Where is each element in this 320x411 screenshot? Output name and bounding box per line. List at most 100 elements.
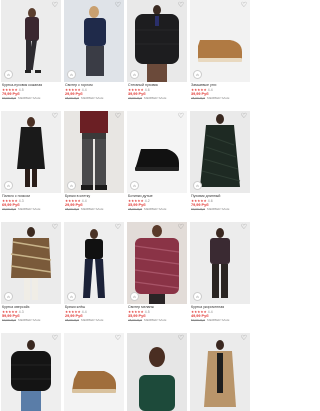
sale-note: MEMBER SALE [207, 96, 230, 101]
bag-icon[interactable]: ⌂ [193, 292, 202, 301]
old-price: 45,99 Руб [128, 318, 143, 323]
bag-icon[interactable]: ⌂ [4, 292, 13, 301]
product-image[interactable]: ♡ [64, 333, 124, 411]
product-image[interactable]: ♡ ⌂ [190, 111, 250, 193]
product-image[interactable]: ♡ [1, 333, 61, 411]
bag-icon[interactable]: ⌂ [130, 70, 139, 79]
heart-icon[interactable]: ♡ [52, 335, 58, 342]
product-card[interactable]: ♡ [190, 333, 250, 411]
rating-stars: ★★★★★ [2, 309, 18, 314]
bag-icon[interactable]: ⌂ [67, 70, 76, 79]
product-card[interactable]: ♡ ⌂ Ботинки дутые ★★★★★ 4.2 35,99 Руб 45… [127, 111, 187, 222]
product-card[interactable]: ♡ ⌂ Пальто с поясом ★★★★★ 4.3 69,99 Руб … [1, 111, 61, 222]
product-card[interactable]: ♡ ⌂ Брюки в клетку ★★★★★ 4.4 29,99 Руб 3… [64, 111, 124, 222]
rating-value: 4.5 [144, 309, 150, 314]
sale-note: MEMBER SALE [144, 318, 167, 323]
heart-icon[interactable]: ♡ [241, 2, 247, 9]
heart-icon[interactable]: ♡ [115, 113, 121, 120]
product-card[interactable]: ♡ [64, 333, 124, 411]
rating-stars: ★★★★★ [2, 87, 18, 92]
product-image[interactable]: ♡ ⌂ [127, 111, 187, 193]
sale-note: MEMBER SALE [207, 318, 230, 323]
bag-icon[interactable]: ⌂ [193, 70, 202, 79]
rating-value: 4.3 [18, 309, 24, 314]
sale-note: MEMBER SALE [18, 318, 41, 323]
old-price: 45,99 Руб [128, 207, 143, 212]
heart-icon[interactable]: ♡ [241, 224, 247, 231]
product-image[interactable]: ♡ ⌂ [190, 0, 250, 82]
old-price: 59,99 Руб [191, 318, 206, 323]
rating-value: 4.4 [81, 87, 87, 92]
product-image[interactable]: ♡ [127, 333, 187, 411]
product-image[interactable]: ♡ ⌂ [1, 222, 61, 304]
heart-icon[interactable]: ♡ [178, 335, 184, 342]
bag-icon[interactable]: ⌂ [4, 181, 13, 190]
product-card[interactable]: ♡ ⌂ Замшевые угги ★★★★★ 4.4 39,99 Руб 45… [190, 0, 250, 111]
heart-icon[interactable]: ♡ [115, 224, 121, 231]
product-grid: ♡ ⌂ Куртка-пуховик кожаная ★★★★★ 4.5 79,… [0, 0, 250, 411]
product-card[interactable]: ♡ ⌂ Пуховик длинный ★★★★★ 4.6 79,99 Руб … [190, 111, 250, 222]
bag-icon[interactable]: ⌂ [4, 70, 13, 79]
rating-value: 4.4 [207, 87, 213, 92]
product-image[interactable]: ♡ ⌂ [64, 0, 124, 82]
product-card[interactable]: ♡ [127, 333, 187, 411]
rating-value: 4.2 [144, 198, 150, 203]
rating-stars: ★★★★★ [191, 87, 207, 92]
sale-note: MEMBER SALE [81, 318, 104, 323]
rating-stars: ★★★★★ [191, 309, 207, 314]
rating-value: 4.4 [81, 198, 87, 203]
product-image[interactable]: ♡ ⌂ [190, 222, 250, 304]
rating-value: 4.4 [207, 309, 213, 314]
old-price: 49,99 Руб [128, 96, 143, 101]
heart-icon[interactable]: ♡ [52, 113, 58, 120]
product-image[interactable]: ♡ ⌂ [1, 111, 61, 193]
product-card[interactable]: ♡ ⌂ Свитер с горлом ★★★★★ 4.4 29,99 Руб … [64, 0, 124, 111]
product-card[interactable]: ♡ [1, 333, 61, 411]
heart-icon[interactable]: ♡ [115, 2, 121, 9]
product-card[interactable]: ♡ ⌂ Стеганый пуховик ★★★★★ 4.6 39,99 Руб… [127, 0, 187, 111]
rating-stars: ★★★★★ [128, 87, 144, 92]
sale-note: MEMBER SALE [18, 207, 41, 212]
heart-icon[interactable]: ♡ [178, 224, 184, 231]
old-price: 99,99 Руб [191, 207, 206, 212]
product-image[interactable]: ♡ ⌂ [127, 222, 187, 304]
product-image[interactable]: ♡ ⌂ [64, 111, 124, 193]
rating-stars: ★★★★★ [65, 198, 81, 203]
heart-icon[interactable]: ♡ [241, 113, 247, 120]
bag-icon[interactable]: ⌂ [130, 181, 139, 190]
bag-icon[interactable]: ⌂ [130, 292, 139, 301]
rating-stars: ★★★★★ [65, 309, 81, 314]
rating-stars: ★★★★★ [65, 87, 81, 92]
heart-icon[interactable]: ♡ [115, 335, 121, 342]
heart-icon[interactable]: ♡ [178, 2, 184, 9]
heart-icon[interactable]: ♡ [241, 335, 247, 342]
bag-icon[interactable]: ⌂ [67, 292, 76, 301]
product-card[interactable]: ♡ ⌂ Куртка укороченная ★★★★★ 4.4 49,99 Р… [190, 222, 250, 333]
sale-note: MEMBER SALE [207, 207, 230, 212]
sale-note: MEMBER SALE [144, 96, 167, 101]
rating-value: 4.6 [144, 87, 150, 92]
old-price: 35,99 Руб [65, 207, 80, 212]
heart-icon[interactable]: ♡ [52, 2, 58, 9]
bag-icon[interactable]: ⌂ [67, 181, 76, 190]
old-price: 79,99 Руб [2, 207, 17, 212]
product-card[interactable]: ♡ ⌂ Куртка оверсайз ★★★★★ 4.3 59,99 Руб … [1, 222, 61, 333]
old-price: 35,99 Руб [65, 318, 80, 323]
product-card[interactable]: ♡ ⌂ Свитер меланж ★★★★★ 4.5 35,99 Руб 45… [127, 222, 187, 333]
product-image[interactable]: ♡ ⌂ [64, 222, 124, 304]
old-price: 35,99 Руб [65, 96, 80, 101]
sale-note: MEMBER SALE [81, 207, 104, 212]
product-image[interactable]: ♡ ⌂ [1, 0, 61, 82]
old-price: 45,99 Руб [191, 96, 206, 101]
product-image[interactable]: ♡ [190, 333, 250, 411]
old-price: 69,99 Руб [2, 318, 17, 323]
bag-icon[interactable]: ⌂ [193, 181, 202, 190]
product-card[interactable]: ♡ ⌂ Куртка-пуховик кожаная ★★★★★ 4.5 79,… [1, 0, 61, 111]
rating-value: 4.4 [81, 309, 87, 314]
product-card[interactable]: ♡ ⌂ Брюки клёш ★★★★★ 4.4 29,99 Руб 35,99… [64, 222, 124, 333]
product-image[interactable]: ♡ ⌂ [127, 0, 187, 82]
rating-stars: ★★★★★ [2, 198, 18, 203]
rating-value: 4.5 [18, 87, 24, 92]
heart-icon[interactable]: ♡ [52, 224, 58, 231]
heart-icon[interactable]: ♡ [178, 113, 184, 120]
